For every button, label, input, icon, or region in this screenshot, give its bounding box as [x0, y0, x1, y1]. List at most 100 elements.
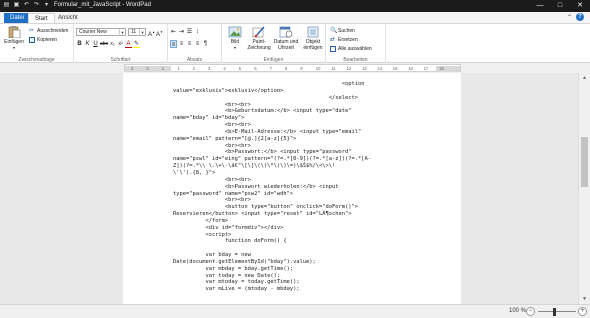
group-clipboard: Einfügen ▾ ✂ Ausschneiden Kopieren Zwisc… [0, 24, 74, 64]
insert-object-button[interactable]: Objekt einfügen [301, 26, 325, 51]
tab-file[interactable]: Datei [4, 13, 31, 23]
document-text[interactable]: <option value="exklusiv">exklusiv</option… [173, 81, 458, 293]
close-button[interactable]: ✕ [570, 0, 590, 12]
ruler-tick-label: 4 [223, 66, 226, 71]
document-line: var mLive = (mtoday - mbday); [173, 286, 300, 293]
document-line: value="exklusiv">exklusiv</option> [173, 87, 284, 94]
ruler-tick-label: 13 [362, 66, 367, 71]
ruler-tick-label: 10 [315, 66, 321, 71]
select-all-button[interactable]: Alle auswählen [330, 46, 372, 52]
tab-start[interactable]: Start [28, 13, 55, 23]
font-format-buttons: B K U abc x₂ x² A ✎ [76, 40, 141, 48]
strikethrough-button[interactable]: abc [100, 40, 108, 48]
window-title: Formular_mit_JavaScript - WordPad [54, 2, 151, 8]
find-label: Suchen [338, 28, 355, 34]
scrollbar-thumb[interactable] [581, 137, 588, 187]
ruler-strip[interactable]: 3 2 1 1 2 3 4 5 6 7 8 9 10 11 12 13 14 15 16 17 18 [124, 64, 461, 72]
scroll-up-icon[interactable]: ▲ [579, 73, 590, 83]
ribbon-right-controls: ⌃ ? [567, 13, 584, 21]
highlight-button[interactable]: ✎ [133, 40, 141, 48]
italic-button[interactable]: K [84, 40, 91, 48]
collapse-ribbon-icon[interactable]: ⌃ [567, 14, 572, 21]
replace-button[interactable]: ⇄ Ersetzen [330, 37, 358, 43]
replace-icon: ⇄ [330, 37, 336, 43]
document-line: <script> [173, 231, 232, 238]
align-left-icon[interactable]: ≡ [170, 40, 177, 48]
ruler-tick-label: 15 [392, 66, 398, 71]
zoom-slider[interactable] [538, 311, 576, 312]
copy-button[interactable]: Kopieren [29, 37, 57, 43]
document-line: Date(document.getElementById("bday").val… [173, 258, 316, 265]
increase-indent-icon[interactable]: ⇥ [178, 28, 185, 36]
shrink-font-button[interactable]: A▼ [156, 28, 163, 38]
minimize-button[interactable]: — [530, 0, 550, 12]
group-insert: Bild ▾ Paint-Zeichnung Datum und Uhrzeit [222, 24, 326, 64]
insert-datetime-button[interactable]: Datum und Uhrzeit [273, 26, 299, 51]
document-page[interactable]: <option value="exklusiv">exklusiv</option… [123, 73, 461, 304]
paint-brush-icon [252, 26, 265, 38]
title-bar: ▤ ▣ ↶ ↷ ▾ Formular_mit_JavaScript - Word… [0, 0, 590, 12]
undo-icon[interactable]: ↶ [23, 2, 30, 9]
align-right-icon[interactable]: ≡ [186, 40, 193, 48]
grow-font-button[interactable]: A▲ [148, 28, 155, 38]
tab-view[interactable]: Ansicht [52, 13, 84, 23]
copy-icon [29, 37, 35, 43]
ruler-tick-label: 11 [331, 66, 336, 71]
font-family-select[interactable]: Courier New ▼ [76, 28, 126, 36]
font-size-select[interactable]: 11 ▼ [128, 28, 146, 36]
font-color-button[interactable]: A [125, 40, 133, 48]
find-button[interactable]: 🔍 Suchen [330, 28, 355, 34]
wordpad-app-icon: ▤ [3, 2, 10, 8]
superscript-button[interactable]: x² [117, 40, 124, 48]
document-line: </select> [173, 94, 358, 101]
document-line: name="email" pattern="[@.]{2[a-z]{5}"> [173, 135, 297, 142]
group-font: Courier New ▼ 11 ▼ A▲ A▼ B K U abc x₂ x²… [74, 24, 168, 64]
ruler: 3 2 1 1 2 3 4 5 6 7 8 9 10 11 12 13 14 15 16 17 18 [0, 63, 590, 73]
document-area: <option value="exklusiv">exklusiv</option… [0, 73, 578, 304]
ruler-tick-label: 2 [192, 66, 195, 71]
justify-icon[interactable]: ≡ [194, 40, 201, 48]
customize-toolbar-icon[interactable]: ▾ [43, 2, 50, 9]
paste-button[interactable]: Einfügen ▾ [3, 26, 25, 51]
zoom-slider-thumb[interactable] [553, 308, 556, 316]
zoom-in-button[interactable]: + [578, 307, 587, 316]
document-line: var mbday = bday.getTime(); [173, 265, 294, 272]
document-line: <br><br> [173, 101, 251, 108]
window-controls: — □ ✕ [530, 0, 590, 12]
align-center-icon[interactable]: ≡ [178, 40, 185, 48]
insert-image-button[interactable]: Bild ▾ [224, 26, 246, 51]
redo-icon[interactable]: ↷ [33, 2, 40, 9]
ruler-tick-label: 17 [423, 66, 429, 71]
vertical-scrollbar[interactable]: ▲ ▼ [578, 73, 590, 304]
document-line: \'\').{8, }"> [173, 169, 216, 176]
ruler-tick-label: 1 [161, 66, 165, 71]
save-icon[interactable]: ▣ [13, 2, 20, 9]
scroll-down-icon[interactable]: ▼ [579, 294, 590, 304]
underline-button[interactable]: U [92, 40, 99, 48]
ruler-tick-label: 6 [254, 66, 257, 71]
ruler-tick-label: 8 [285, 66, 288, 71]
bullet-list-icon[interactable]: ☰ [186, 28, 193, 36]
subscript-button[interactable]: x₂ [109, 40, 116, 48]
document-line: <b>Geburtsdatum:</b> <input type="date" [173, 108, 352, 115]
insert-paint-button[interactable]: Paint-Zeichnung [247, 26, 271, 51]
decrease-indent-icon[interactable]: ⇤ [170, 28, 177, 36]
ribbon-tabs: Datei Start Ansicht ⌃ ? [0, 12, 590, 23]
zoom-level: 100 % [509, 308, 527, 314]
document-line: <br><br> [173, 122, 251, 129]
group-editing: 🔍 Suchen ⇄ Ersetzen Alle auswählen Bearb… [326, 24, 386, 64]
cut-button[interactable]: ✂ Ausschneiden [29, 28, 68, 34]
line-spacing-icon[interactable]: ↕ [194, 28, 201, 36]
insert-datetime-label: Datum und Uhrzeit [273, 39, 299, 51]
help-icon[interactable]: ? [576, 13, 584, 21]
zoom-out-button[interactable]: − [526, 307, 535, 316]
document-line: <button type="button" onclick="doForm()"… [173, 204, 358, 211]
paragraph-settings-icon[interactable]: ¶ [202, 40, 209, 48]
maximize-button[interactable]: □ [550, 0, 570, 12]
document-line: <b>Passwort:</b> <input type="password" [173, 149, 352, 156]
document-line: var today = new Date(); [173, 272, 281, 279]
bold-button[interactable]: B [76, 40, 83, 48]
insert-paint-label: Paint-Zeichnung [247, 39, 271, 51]
paste-icon [8, 26, 21, 38]
ruler-tick-label: 7 [269, 66, 272, 71]
